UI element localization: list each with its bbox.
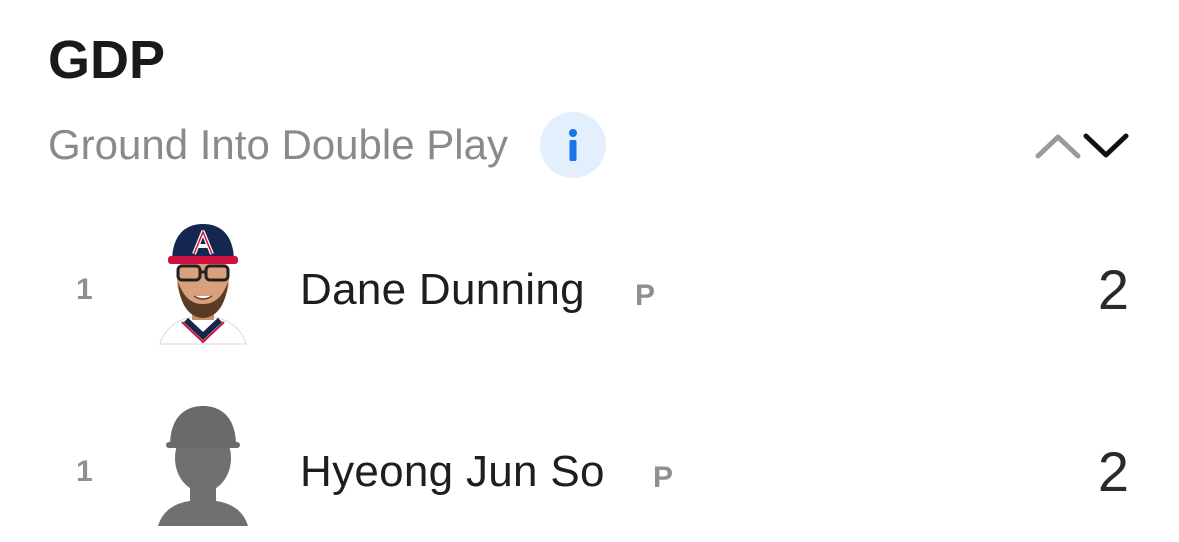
rank-number: 1 <box>76 455 93 488</box>
player-position: P <box>653 461 674 494</box>
player-name[interactable]: Dane Dunning <box>300 264 585 316</box>
info-icon <box>568 129 577 161</box>
sort-controls <box>1034 128 1132 164</box>
leader-row[interactable]: 1 Hyeong Jun So P 2 <box>0 402 1179 542</box>
stat-subtitle: Ground Into Double Play <box>48 121 508 168</box>
player-headshot[interactable] <box>156 220 250 346</box>
stat-subtitle-row: Ground Into Double Play <box>48 112 606 178</box>
stat-value: 2 <box>1097 440 1129 503</box>
leader-row[interactable]: 1 Dane Dunning P 2 <box>0 220 1179 360</box>
player-silhouette[interactable] <box>156 402 250 528</box>
chevron-down-icon <box>1083 133 1129 158</box>
player-position: P <box>635 279 656 312</box>
stat-title: GDP <box>48 30 166 90</box>
chevron-up-icon <box>1035 134 1081 159</box>
rank-number: 1 <box>76 273 93 306</box>
info-button[interactable] <box>539 112 606 178</box>
sort-descending-button[interactable] <box>1082 128 1130 164</box>
player-name[interactable]: Hyeong Jun So <box>300 446 605 498</box>
sort-ascending-button[interactable] <box>1034 128 1082 164</box>
stat-value: 2 <box>1097 258 1129 321</box>
